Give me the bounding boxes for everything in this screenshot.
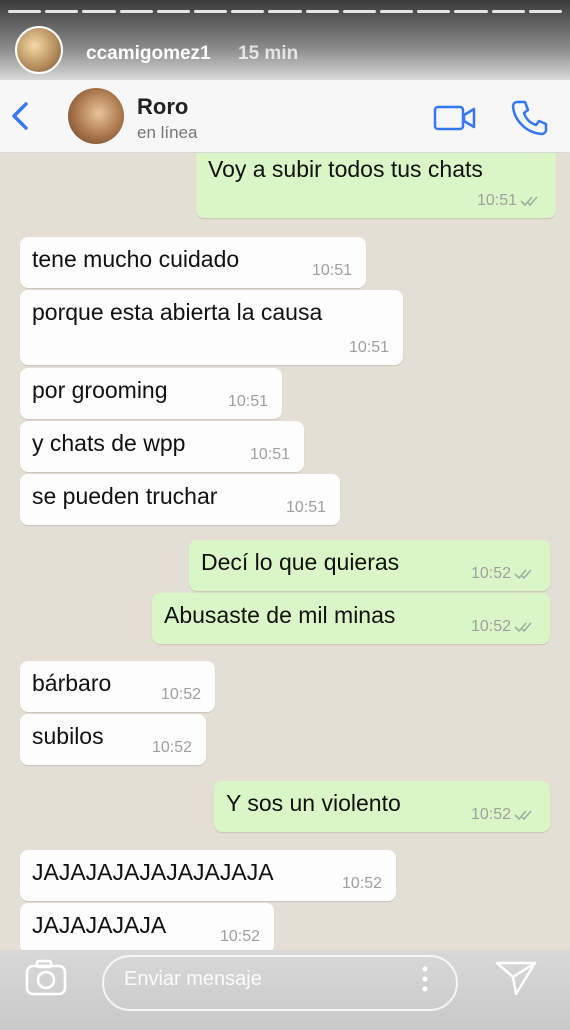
chat-header: Roro en línea [0, 80, 570, 153]
message-text: y chats de wpp [32, 430, 186, 456]
message-text: subilos [32, 723, 104, 749]
message-meta: 10:52 [471, 806, 536, 824]
message-meta: 10:52 [471, 565, 536, 583]
message-text: por grooming [32, 377, 168, 403]
message-time: 10:51 [348, 339, 389, 356]
video-call-icon[interactable] [433, 104, 477, 132]
more-vertical-icon[interactable] [420, 964, 430, 994]
message-text: Y sos un violento [226, 790, 401, 816]
story-progress-segment [8, 10, 42, 13]
story-progress-segment [454, 10, 488, 13]
story-progress-segment [156, 10, 191, 13]
message-text: porque esta abierta la causa [32, 299, 323, 325]
story-progress-segment [119, 10, 153, 13]
message-time: 10:51 [476, 192, 517, 209]
message-bubble[interactable]: Abusaste de mil minas 10:52 [152, 593, 550, 644]
message-time: 10:52 [470, 806, 511, 823]
story-progress-segment [82, 10, 116, 13]
send-icon[interactable] [494, 958, 538, 998]
reply-input-placeholder: Enviar mensaje [124, 968, 262, 990]
message-meta: 10:51 [477, 192, 542, 210]
chevron-left-icon[interactable] [6, 96, 36, 136]
story-progress-segment [305, 10, 339, 13]
message-time: 10:52 [470, 565, 511, 582]
message-time: 10:51 [227, 393, 268, 410]
message-text: Abusaste de mil minas [164, 602, 396, 628]
message-time: 10:52 [470, 618, 511, 635]
message-bubble[interactable]: subilos 10:52 [20, 714, 206, 765]
message-bubble[interactable]: y chats de wpp 10:51 [20, 421, 304, 472]
message-bubble[interactable]: porque esta abierta la causa 10:51 [20, 290, 403, 365]
message-bubble[interactable]: JAJAJAJAJA 10:52 [20, 903, 274, 950]
message-bubble[interactable]: tene mucho cuidado 10:51 [20, 237, 366, 288]
story-time-ago: 15 min [238, 43, 299, 64]
message-time: 10:51 [249, 446, 290, 463]
phone-icon[interactable] [510, 98, 548, 136]
contact-name[interactable]: Roro [137, 94, 188, 120]
story-progress-segment [528, 10, 563, 13]
story-progress-segment [491, 10, 525, 13]
message-time: 10:51 [311, 262, 352, 279]
message-text: Voy a subir todos tus chats [208, 156, 483, 182]
read-ticks-icon [514, 810, 532, 821]
message-bubble[interactable]: Voy a subir todos tus chats 10:51 [196, 153, 556, 218]
message-time: 10:52 [219, 928, 260, 945]
message-bubble[interactable]: bárbaro 10:52 [20, 661, 215, 712]
message-time: 10:52 [151, 739, 192, 756]
message-meta: 10:52 [471, 618, 536, 636]
story-username[interactable]: ccamigomez1 [86, 43, 211, 65]
message-text: se pueden truchar [32, 483, 218, 509]
read-ticks-icon [514, 622, 532, 633]
story-progress-segment [380, 10, 414, 13]
message-time: 10:52 [160, 686, 201, 703]
message-bubble[interactable]: Y sos un violento 10:52 [214, 781, 550, 832]
story-avatar[interactable] [15, 26, 63, 74]
message-text: bárbaro [32, 670, 112, 696]
contact-avatar[interactable] [68, 88, 124, 144]
message-bubble[interactable]: JAJAJAJAJAJAJAJAJA 10:52 [20, 850, 396, 901]
story-progress-segment [342, 10, 377, 13]
message-bubble[interactable]: se pueden truchar 10:51 [20, 474, 340, 525]
story-progress-segment [417, 10, 451, 13]
message-text: Decí lo que quieras [201, 549, 400, 575]
message-time: 10:51 [285, 499, 326, 516]
read-ticks-icon [520, 196, 538, 207]
message-bubble[interactable]: Decí lo que quieras 10:52 [189, 540, 550, 591]
message-text: tene mucho cuidado [32, 246, 240, 272]
story-progress-segment [268, 10, 302, 13]
message-text: JAJAJAJAJA [32, 912, 167, 938]
chat-area[interactable]: Voy a subir todos tus chats 10:51 tene m… [0, 153, 570, 950]
message-text: JAJAJAJAJAJAJAJAJA [32, 859, 274, 885]
story-header: ccamigomez1 15 min [0, 0, 570, 80]
message-time: 10:52 [341, 875, 382, 892]
story-progress-segment [194, 10, 228, 13]
camera-icon[interactable] [24, 958, 68, 998]
contact-status: en línea [137, 123, 198, 142]
read-ticks-icon [514, 569, 532, 580]
message-bubble[interactable]: por grooming 10:51 [20, 368, 282, 419]
story-progress-segment [231, 10, 265, 13]
story-progress-segment [45, 10, 79, 13]
story-progress-bar [8, 10, 563, 13]
